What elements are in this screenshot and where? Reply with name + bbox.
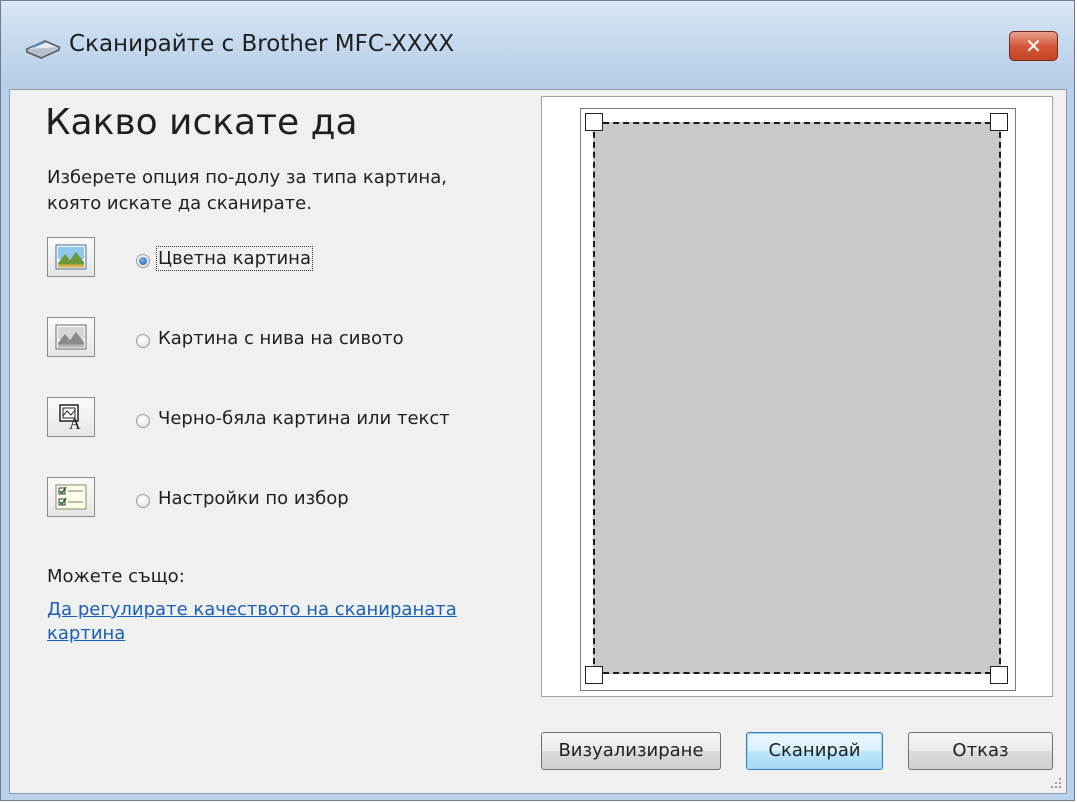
- option-grayscale-picture-label[interactable]: Картина с нива на сивото: [158, 328, 404, 349]
- resize-handle-bottom-left[interactable]: [585, 666, 603, 684]
- cancel-button[interactable]: Отказ: [908, 732, 1053, 770]
- preview-page: [580, 108, 1016, 691]
- radio-bw-text[interactable]: [136, 414, 150, 428]
- adjust-quality-link[interactable]: Да регулирате качеството на сканираната …: [47, 598, 517, 646]
- scan-preview-pane: [541, 96, 1053, 697]
- bw-text-icon[interactable]: A: [47, 397, 95, 437]
- grayscale-picture-icon[interactable]: [47, 317, 95, 357]
- dialog-content: Какво искате да Изберете опция по-долу з…: [9, 89, 1067, 794]
- title-bar[interactable]: Сканирайте с Brother MFC-XXXX ✕: [1, 1, 1074, 89]
- close-button[interactable]: ✕: [1009, 31, 1058, 61]
- custom-settings-icon[interactable]: [47, 477, 95, 517]
- preview-button[interactable]: Визуализиране: [541, 732, 721, 770]
- scan-button[interactable]: Сканирай: [746, 732, 883, 770]
- radio-grayscale-picture[interactable]: [136, 334, 150, 348]
- also-label: Можете също:: [47, 566, 185, 587]
- instruction-text: Изберете опция по-долу за типа картина, …: [47, 167, 447, 214]
- color-picture-icon[interactable]: [47, 237, 95, 277]
- resize-handle-top-left[interactable]: [585, 113, 603, 131]
- resize-handle-bottom-right[interactable]: [990, 666, 1008, 684]
- page-heading: Какво искате да: [45, 102, 358, 143]
- resize-grip-icon[interactable]: [1050, 777, 1062, 789]
- option-custom-settings-label[interactable]: Настройки по избор: [158, 488, 349, 509]
- scanner-icon: [25, 35, 61, 59]
- scan-area-selection[interactable]: [593, 122, 1001, 674]
- option-color-picture-label[interactable]: Цветна картина: [156, 246, 313, 271]
- radio-color-picture[interactable]: [136, 254, 150, 268]
- window-title: Сканирайте с Brother MFC-XXXX: [69, 31, 455, 57]
- resize-handle-top-right[interactable]: [990, 113, 1008, 131]
- scan-dialog-window: Сканирайте с Brother MFC-XXXX ✕ Какво ис…: [0, 0, 1075, 801]
- svg-text:A: A: [69, 416, 81, 430]
- option-bw-text-label[interactable]: Черно-бяла картина или текст: [158, 408, 450, 429]
- radio-custom-settings[interactable]: [136, 494, 150, 508]
